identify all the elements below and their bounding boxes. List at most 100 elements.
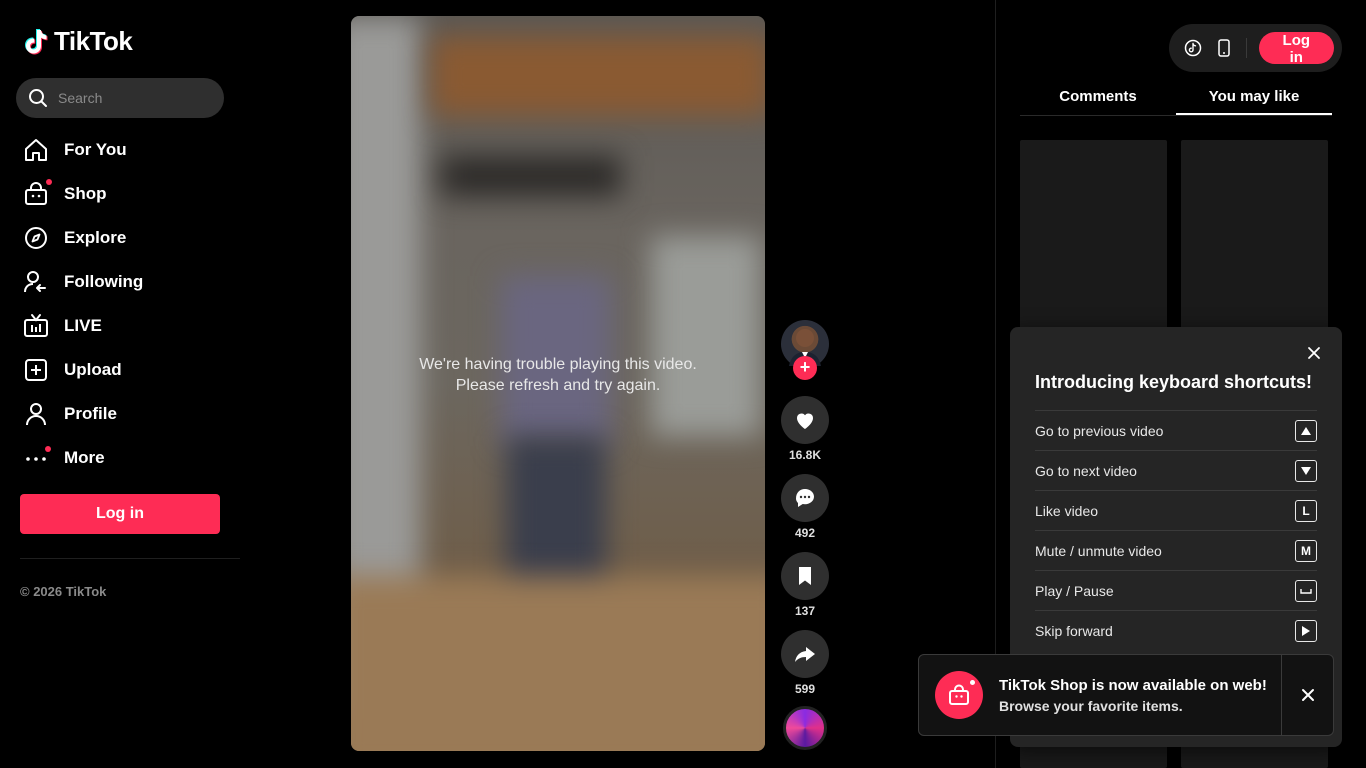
shortcuts-list: Go to previous video Go to next video Li… bbox=[1035, 410, 1317, 650]
shop-toast: TikTok Shop is now available on web! Bro… bbox=[918, 654, 1334, 736]
video-error-message: We're having trouble playing this video.… bbox=[351, 354, 765, 396]
key-space-icon bbox=[1295, 579, 1317, 602]
main-nav: For You Shop Explore Following LIVE Uplo… bbox=[22, 128, 143, 480]
copyright-text: © 2026 TikTok bbox=[20, 584, 107, 599]
comment-icon bbox=[796, 489, 814, 507]
video-blur-shape bbox=[441, 156, 621, 196]
shortcut-row: Mute / unmute video M bbox=[1035, 530, 1317, 570]
toast-title: TikTok Shop is now available on web! bbox=[999, 676, 1267, 694]
nav-label: Shop bbox=[64, 184, 107, 203]
tab-comments[interactable]: Comments bbox=[1020, 80, 1176, 115]
tiktok-app-icon[interactable] bbox=[1183, 38, 1202, 58]
sidebar-login-button[interactable]: Log in bbox=[20, 494, 220, 534]
like-action: 16.8K bbox=[781, 396, 829, 464]
video-actions: + 16.8K 492 137 599 bbox=[781, 320, 829, 750]
person-icon bbox=[22, 400, 50, 428]
nav-item-following[interactable]: Following bbox=[22, 260, 143, 304]
toolbar-separator bbox=[1245, 38, 1247, 58]
notification-dot bbox=[970, 680, 975, 685]
nav-item-live[interactable]: LIVE bbox=[22, 304, 143, 348]
video-blur-shape bbox=[651, 236, 761, 436]
nav-label: Upload bbox=[64, 360, 122, 379]
shop-bag-icon bbox=[935, 671, 983, 719]
nav-item-for-you[interactable]: For You bbox=[22, 128, 143, 172]
tab-you-may-like[interactable]: You may like bbox=[1176, 80, 1332, 115]
top-right-toolbar: Log in bbox=[1169, 24, 1342, 72]
shortcut-row: Play / Pause bbox=[1035, 570, 1317, 610]
shortcut-row: Go to previous video bbox=[1035, 410, 1317, 450]
search-icon bbox=[29, 89, 47, 107]
comment-action: 492 bbox=[781, 474, 829, 542]
video-player[interactable]: We're having trouble playing this video.… bbox=[351, 16, 765, 751]
sidebar: TikTok For You Shop Explore Following LI… bbox=[0, 0, 240, 768]
nav-label: LIVE bbox=[64, 316, 102, 335]
nav-label: Explore bbox=[64, 228, 127, 247]
share-action: 599 bbox=[781, 630, 829, 698]
share-button[interactable] bbox=[781, 630, 829, 678]
header-login-button[interactable]: Log in bbox=[1258, 32, 1334, 66]
creator-avatar[interactable]: + bbox=[781, 320, 829, 380]
shortcut-row: Like video L bbox=[1035, 490, 1317, 530]
nav-item-more[interactable]: More bbox=[22, 436, 143, 480]
logo-text: TikTok bbox=[54, 26, 133, 56]
key-l: L bbox=[1295, 499, 1317, 522]
recommended-video-thumbnail[interactable] bbox=[1181, 140, 1328, 340]
toast-subtitle: Browse your favorite items. bbox=[999, 697, 1183, 714]
video-error-line: We're having trouble playing this video. bbox=[419, 356, 697, 373]
tiktok-logo-icon bbox=[25, 28, 48, 54]
follow-plus-button[interactable]: + bbox=[793, 356, 817, 380]
comment-count: 492 bbox=[794, 526, 816, 540]
shortcut-label: Mute / unmute video bbox=[1035, 542, 1162, 559]
recommended-video-thumbnail[interactable] bbox=[1020, 140, 1167, 340]
panel-tabs: Comments You may like bbox=[1020, 80, 1332, 116]
notification-dot bbox=[46, 179, 52, 185]
search-bar[interactable] bbox=[16, 78, 224, 118]
live-tv-icon bbox=[22, 312, 50, 340]
key-down-icon bbox=[1295, 459, 1317, 482]
search-input[interactable] bbox=[58, 90, 208, 106]
shortcut-label: Go to previous video bbox=[1035, 422, 1164, 439]
shortcut-label: Play / Pause bbox=[1035, 582, 1114, 599]
heart-icon bbox=[797, 413, 813, 429]
nav-item-profile[interactable]: Profile bbox=[22, 392, 143, 436]
shortcuts-title: Introducing keyboard shortcuts! bbox=[1035, 372, 1313, 392]
nav-item-explore[interactable]: Explore bbox=[22, 216, 143, 260]
like-button[interactable] bbox=[781, 396, 829, 444]
comment-button[interactable] bbox=[781, 474, 829, 522]
save-count: 137 bbox=[794, 604, 816, 618]
nav-label: More bbox=[64, 448, 105, 467]
toast-text: TikTok Shop is now available on web! Bro… bbox=[999, 677, 1279, 714]
key-m: M bbox=[1295, 539, 1317, 562]
shortcut-label: Go to next video bbox=[1035, 462, 1137, 479]
nav-label: For You bbox=[64, 140, 127, 159]
save-action: 137 bbox=[781, 552, 829, 620]
following-icon bbox=[22, 268, 50, 296]
toast-close-button[interactable] bbox=[1281, 655, 1333, 735]
bookmark-icon bbox=[799, 567, 811, 585]
music-disc-icon[interactable] bbox=[783, 706, 827, 750]
key-up-icon bbox=[1295, 419, 1317, 442]
compass-icon bbox=[22, 224, 50, 252]
save-button[interactable] bbox=[781, 552, 829, 600]
notification-dot bbox=[45, 446, 51, 452]
shortcut-label: Like video bbox=[1035, 502, 1099, 519]
home-icon bbox=[22, 136, 50, 164]
nav-item-upload[interactable]: Upload bbox=[22, 348, 143, 392]
tiktok-logo[interactable]: TikTok bbox=[24, 26, 133, 57]
nav-item-shop[interactable]: Shop bbox=[22, 172, 143, 216]
close-icon bbox=[1301, 689, 1314, 701]
like-count: 16.8K bbox=[788, 448, 822, 462]
video-blur-shape bbox=[431, 36, 765, 116]
shortcut-row: Go to next video bbox=[1035, 450, 1317, 490]
share-count: 599 bbox=[794, 682, 816, 696]
video-error-line: Please refresh and try again. bbox=[455, 377, 661, 394]
sidebar-divider bbox=[20, 558, 240, 559]
shortcut-label: Skip forward bbox=[1035, 622, 1113, 639]
close-icon[interactable] bbox=[1306, 345, 1322, 361]
shop-bag-icon bbox=[22, 179, 52, 208]
video-blur-shape bbox=[351, 576, 765, 751]
key-forward-icon bbox=[1295, 619, 1317, 642]
phone-icon[interactable] bbox=[1214, 38, 1233, 58]
shortcut-row: Skip forward bbox=[1035, 610, 1317, 650]
more-dots-icon bbox=[22, 444, 51, 472]
